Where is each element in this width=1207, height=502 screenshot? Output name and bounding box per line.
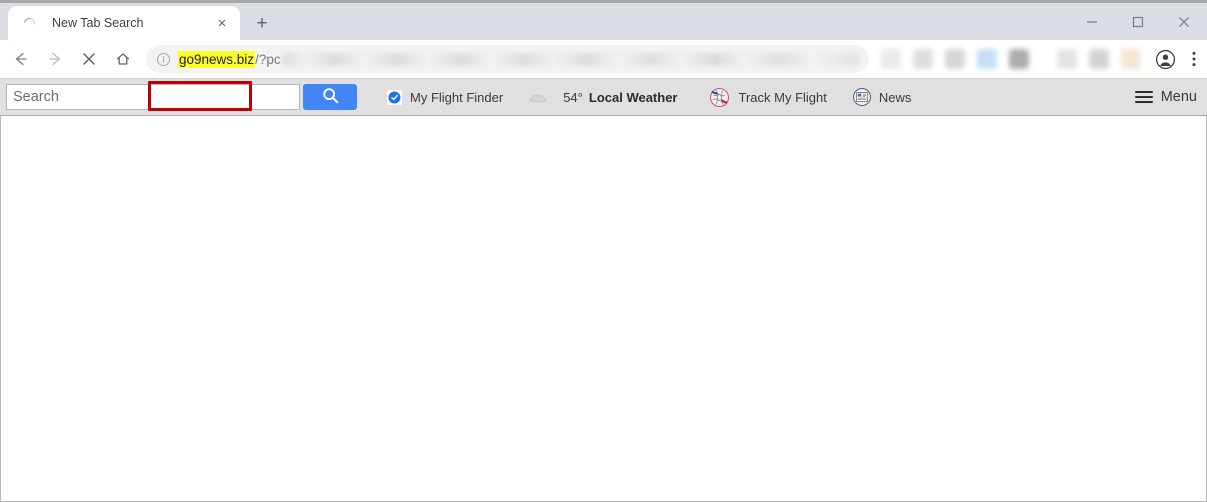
toolbar-item-label: Local Weather — [588, 89, 678, 105]
new-tab-button[interactable]: + — [248, 9, 276, 37]
search-input[interactable] — [6, 84, 300, 110]
extension-icon-blurred[interactable] — [1057, 49, 1077, 69]
back-arrow-icon[interactable] — [5, 43, 37, 75]
address-bar[interactable]: go9news.biz/?pc — [146, 45, 869, 73]
three-dot-menu-icon[interactable] — [1181, 43, 1207, 75]
loading-spinner-icon — [21, 15, 38, 32]
maximize-icon[interactable] — [1115, 3, 1161, 40]
url-text: go9news.biz/?pc — [178, 50, 281, 68]
toolbar-item-label: News — [878, 89, 912, 105]
browser-window: New Tab Search × + go9news.biz /?pc Sear… — [0, 0, 1207, 502]
extension-icon-blurred[interactable] — [1121, 49, 1141, 69]
forward-arrow-icon — [39, 43, 71, 75]
info-circle-icon[interactable] — [154, 50, 172, 68]
extension-icon-blurred[interactable] — [977, 49, 997, 69]
close-icon[interactable]: × — [212, 13, 232, 33]
profile-avatar-icon[interactable] — [1149, 43, 1181, 75]
extension-icons-area — [875, 43, 1149, 75]
page-content-area — [0, 116, 1207, 502]
cloud-icon — [529, 91, 549, 104]
search-button[interactable] — [303, 84, 357, 110]
extension-icon-blurred[interactable] — [945, 49, 965, 69]
url-path: /?pc — [255, 51, 281, 67]
url-blurred-remainder — [282, 52, 859, 66]
toolbar-item-label: My Flight Finder — [410, 89, 504, 105]
minimize-icon[interactable] — [1069, 3, 1115, 40]
toolbar-item-news[interactable]: News — [852, 88, 912, 106]
extension-icon-blurred[interactable] — [913, 49, 933, 69]
navigation-bar: go9news.biz/?pc — [0, 40, 1207, 111]
search-magnifier-icon — [321, 86, 340, 108]
url-domain: go9news.biz — [178, 50, 256, 68]
toolbar-menu-button[interactable]: Menu — [1134, 89, 1197, 105]
extension-icon-blurred[interactable] — [1089, 49, 1109, 69]
browser-tab[interactable]: New Tab Search × — [8, 6, 240, 40]
newspaper-circle-icon — [852, 88, 871, 106]
toolbar-links: My Flight Finder 54° Local Weather Track… — [387, 86, 937, 109]
toolbar-search-group — [6, 84, 357, 110]
stop-x-icon[interactable] — [73, 43, 105, 75]
toolbar-item-local-weather[interactable]: 54° Local Weather — [529, 89, 678, 105]
globe-airplane-icon — [708, 86, 731, 109]
toolbar-item-label: Track My Flight — [738, 89, 827, 105]
blue-check-badge-icon — [387, 89, 402, 105]
extension-icon-blurred[interactable] — [881, 49, 901, 69]
hamburger-menu-icon — [1134, 90, 1153, 104]
toolbar-item-my-flight-finder[interactable]: My Flight Finder — [387, 89, 504, 105]
weather-temperature: 54° — [563, 89, 583, 105]
toolbar-item-track-my-flight[interactable]: Track My Flight — [708, 86, 827, 109]
tab-strip: New Tab Search × + — [0, 0, 1207, 40]
close-icon[interactable] — [1161, 3, 1207, 40]
home-icon[interactable] — [107, 43, 139, 75]
window-controls — [1069, 3, 1207, 40]
tab-title: New Tab Search — [52, 16, 144, 30]
browser-hijacker-toolbar: My Flight Finder 54° Local Weather — [0, 78, 1207, 116]
extension-icon-blurred[interactable] — [1009, 49, 1029, 69]
toolbar-menu-label: Menu — [1160, 89, 1197, 105]
